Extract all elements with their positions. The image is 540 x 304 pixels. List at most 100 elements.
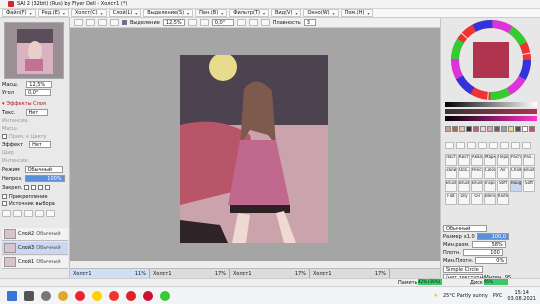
brush-slot[interactable]: Flat [445,193,457,205]
texture-select[interactable]: Нет [25,109,48,116]
eyedropper-icon[interactable] [522,142,531,149]
canvas-tab[interactable]: Холст1 17% [150,269,230,278]
brush-slot[interactable]: Inspire [484,180,496,192]
menu-canvas[interactable]: Холст(C) ▾ [70,9,107,17]
zoom-tool-icon[interactable] [489,142,498,149]
brush-slot[interactable]: Dry [458,193,470,205]
canvas-tab[interactable]: Холст1 17% [230,269,310,278]
brush-slot[interactable]: Перо [497,154,509,166]
brush-slot[interactable]: Color [484,167,496,179]
navigator-zoom-field[interactable]: 12,5% [26,81,53,88]
saturation-slider[interactable] [445,109,537,114]
selection-tool-icon[interactable] [445,142,454,149]
canvas-viewport[interactable] [70,28,440,261]
flip-button[interactable] [260,19,270,26]
zoom-out-button[interactable] [199,19,209,26]
color-wheel[interactable] [451,20,531,100]
smooth-field[interactable]: 3 [303,19,316,26]
color-swatch[interactable] [529,126,535,132]
magic-wand-icon[interactable] [467,142,476,149]
layer-item-selected[interactable]: Слой3 Обычный [2,242,68,255]
hand-tool-icon[interactable] [511,142,520,149]
color-swatch[interactable] [487,126,493,132]
lasso-tool-icon[interactable] [456,142,465,149]
menu-layer[interactable]: Слой(L) ▾ [108,9,142,17]
artwork-canvas[interactable] [180,55,328,243]
undo-button[interactable] [74,19,83,26]
brush-slot[interactable]: Маркер [484,154,496,166]
youtube-icon[interactable] [126,290,136,301]
sai-taskbar-icon[interactable] [143,290,153,301]
hue-slider[interactable] [445,102,537,107]
color-swatch[interactable] [445,126,451,132]
task-view-icon[interactable] [41,290,51,301]
layer-item[interactable]: Слой1 Обычный [2,256,68,269]
lock-transparency-checkbox[interactable] [24,185,30,190]
color-swatch[interactable] [508,126,514,132]
color-swatch[interactable] [480,126,486,132]
search-icon[interactable] [24,290,34,301]
brush-blend-select[interactable]: Обычный [443,225,487,232]
weather-text[interactable]: 25°C Partly sunny [443,293,488,299]
brush-slot[interactable]: Knife [497,193,509,205]
menu-filter[interactable]: Фильтр(T) ▾ [229,9,269,17]
navigator-angle-field[interactable]: 0,0° [24,89,51,96]
brush-slot[interactable]: Oil [471,193,483,205]
layer-effects-header[interactable]: ▾ Эффекты Слоя [2,100,68,107]
value-slider[interactable] [445,116,537,121]
file-explorer-icon[interactable] [58,290,68,301]
color-swatch[interactable] [466,126,472,132]
effect-select[interactable]: Нет [29,141,52,148]
new-layer-button[interactable] [2,210,11,217]
brush-slot[interactable]: Распыл. [510,154,522,166]
density-slider[interactable]: 100 [462,249,503,256]
min-density-slider[interactable]: 0% [475,257,508,264]
deselect-button[interactable] [98,19,107,26]
app-taskbar-icon[interactable] [160,290,170,301]
brush-slot[interactable]: Pencil [471,167,483,179]
apply-color-checkbox[interactable] [2,134,7,139]
color-swatch[interactable] [452,126,458,132]
rotate-right-button[interactable] [248,19,258,26]
menu-edit[interactable]: Ред.(E) ▾ [37,9,69,17]
min-size-slider[interactable]: 58% [471,241,506,248]
color-swatch[interactable] [459,126,465,132]
clock[interactable]: 15:14 03.08.2021 [507,290,536,302]
brush-slot[interactable]: Кисть [458,154,470,166]
browser-icon[interactable] [92,290,102,301]
layer-opacity-slider[interactable]: 100% [24,175,65,182]
layer-item[interactable]: Слой2 Обычный [2,228,68,241]
brush-shape-select[interactable]: Simple Circle [443,266,483,273]
rotate-tool-icon[interactable] [500,142,509,149]
language-indicator[interactable]: РУС [493,293,503,299]
brush-slot[interactable]: Blend [484,193,496,205]
color-swatch[interactable] [522,126,528,132]
menu-file[interactable]: Файл(F) ▾ [2,9,36,17]
delete-layer-button[interactable] [46,210,55,217]
zoom-field[interactable]: 12,5% [162,19,185,26]
brush-slot[interactable]: Заливка [445,167,457,179]
layer-mode-select[interactable]: Обычный [24,166,63,173]
color-swatch[interactable] [515,126,521,132]
brush-slot[interactable]: Soft [523,180,535,192]
yandex-icon[interactable] [109,290,119,301]
windows-start-icon[interactable] [7,290,17,301]
brush-slot[interactable]: Brush [458,180,470,192]
move-tool-icon[interactable] [478,142,487,149]
color-swatch[interactable] [473,126,479,132]
canvas-tab[interactable]: Холст1 17% [310,269,390,278]
menu-selection[interactable]: Выделение(S) ▾ [143,9,194,17]
brush-slot[interactable]: Chalk [510,167,522,179]
brush-slot-selected[interactable]: Rough [510,180,522,192]
brush-slot[interactable]: Brush [445,180,457,192]
selection-source-checkbox[interactable] [2,201,7,206]
invert-selection-button[interactable] [110,19,119,26]
menu-brush[interactable]: Пен.(B) ▾ [195,9,228,17]
brush-slot[interactable]: Stiff [497,180,509,192]
new-folder-button[interactable] [13,210,22,217]
brush-slot[interactable]: Раз... [523,154,535,166]
brush-slot[interactable]: Brush [523,167,535,179]
redo-button[interactable] [86,19,95,26]
zoom-in-button[interactable] [187,19,197,26]
brush-slot[interactable]: Brush [471,180,483,192]
